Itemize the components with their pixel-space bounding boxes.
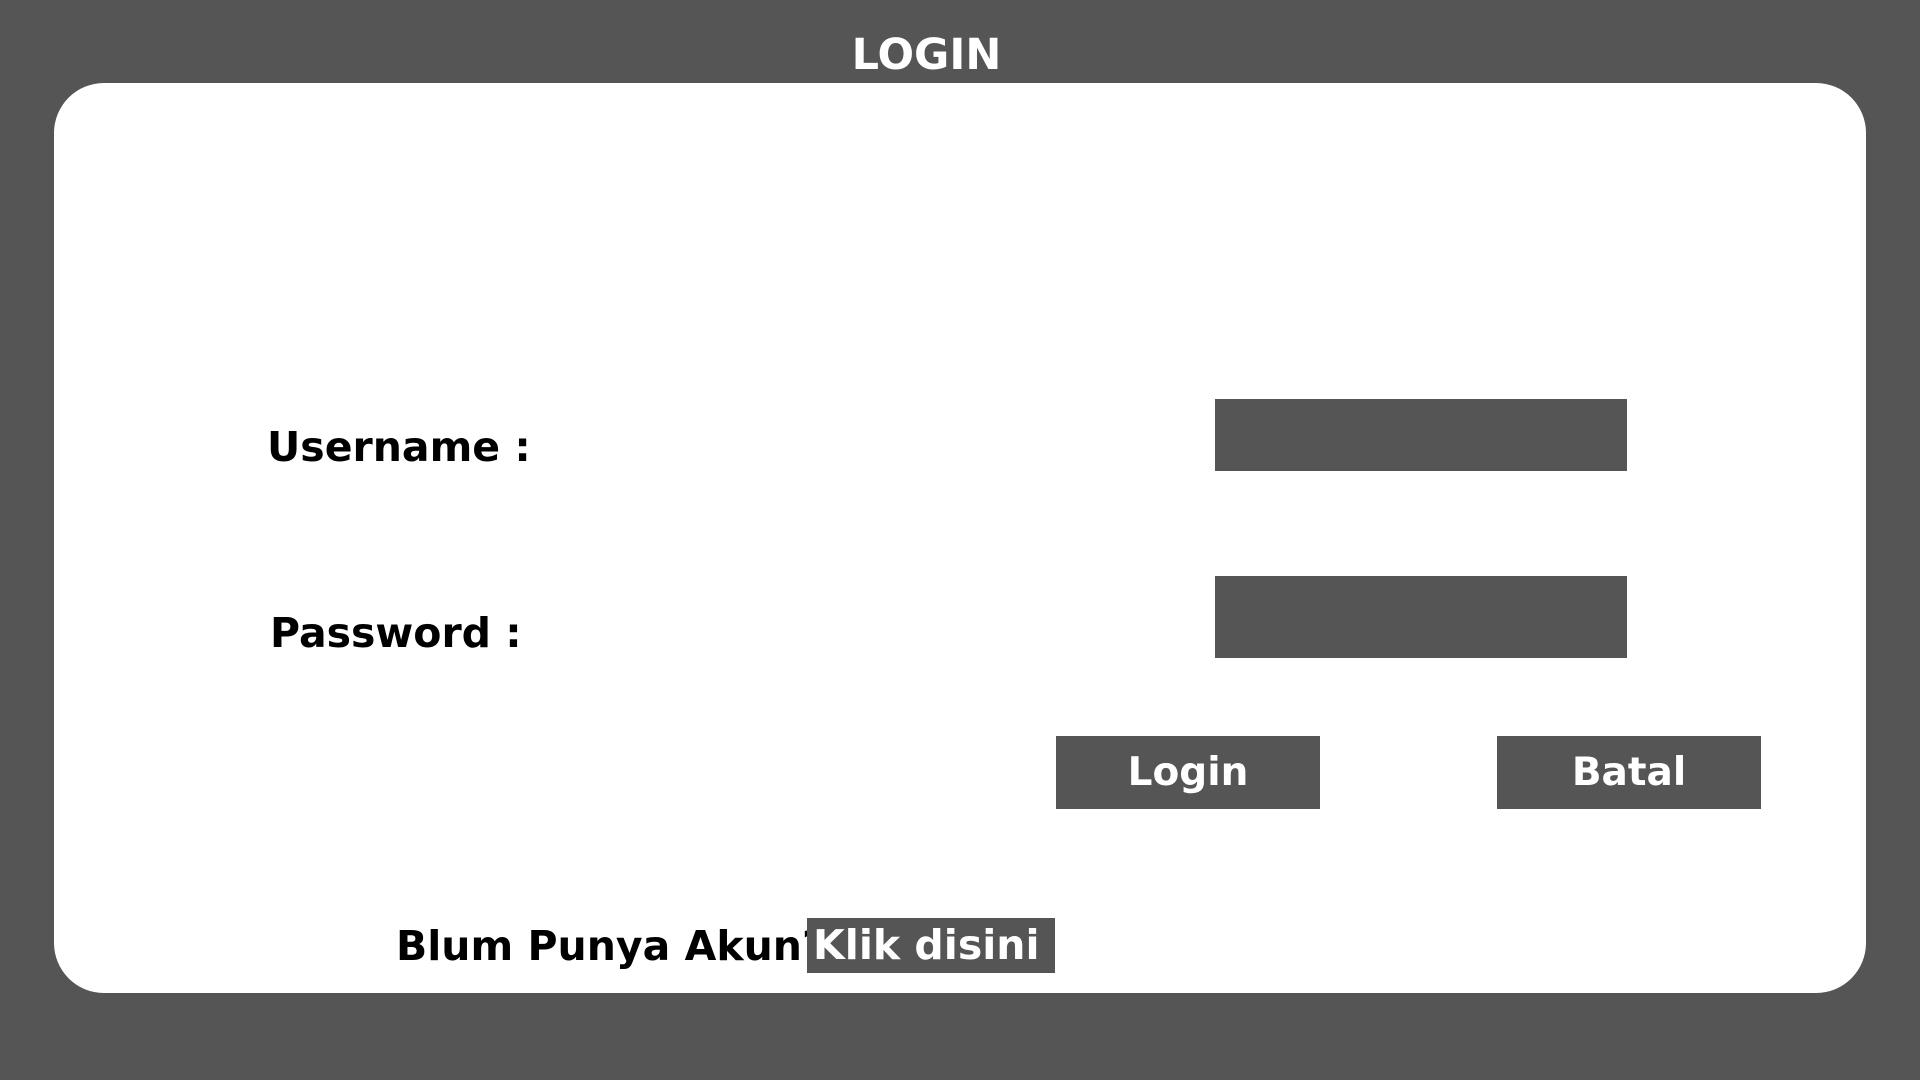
login-button[interactable]: Login [1056, 736, 1320, 809]
page-title: LOGIN [851, 30, 1002, 80]
cancel-button[interactable]: Batal [1497, 736, 1761, 809]
username-label: Username : [267, 423, 531, 471]
register-prompt: Blum Punya Akun? [396, 922, 826, 970]
login-card: Username : Password : Login Batal Blum P… [54, 83, 1866, 993]
password-label: Password : [270, 609, 522, 657]
password-input[interactable] [1215, 576, 1627, 658]
register-link[interactable]: Klik disini [807, 918, 1055, 973]
username-input[interactable] [1215, 399, 1627, 471]
